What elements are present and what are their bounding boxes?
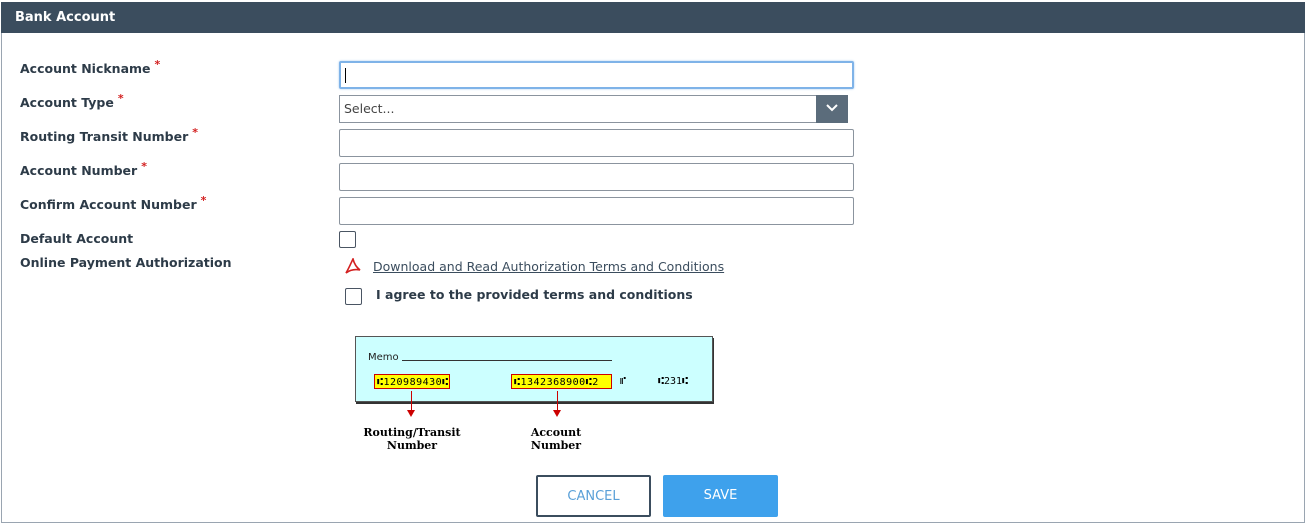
panel-header: Bank Account bbox=[1, 2, 1305, 33]
chevron-down-icon bbox=[826, 104, 838, 112]
required-mark: * bbox=[154, 58, 161, 71]
account-caption: Account Number bbox=[530, 426, 582, 452]
account-arrow-head bbox=[553, 410, 561, 417]
confirm-account-number-label: Confirm Account Number * bbox=[20, 194, 207, 212]
check-memo-line bbox=[402, 360, 612, 361]
account-type-select[interactable]: Select... bbox=[339, 95, 848, 123]
save-button[interactable]: SAVE bbox=[663, 475, 778, 517]
required-mark: * bbox=[200, 194, 207, 207]
online-payment-authorization-label: Online Payment Authorization bbox=[20, 255, 232, 270]
text-caret bbox=[345, 68, 346, 83]
check-routing-digits: ⑆120989430⑆ bbox=[374, 374, 450, 389]
routing-number-label: Routing Transit Number * bbox=[20, 126, 199, 144]
account-type-selected: Select... bbox=[344, 101, 395, 116]
confirm-account-number-input[interactable] bbox=[339, 197, 854, 225]
required-mark: * bbox=[141, 160, 147, 173]
routing-arrow bbox=[411, 391, 412, 410]
account-nickname-label: Account Nickname * bbox=[20, 58, 161, 76]
required-mark: * bbox=[192, 126, 199, 139]
account-number-input[interactable] bbox=[339, 163, 854, 191]
routing-number-input[interactable] bbox=[339, 129, 854, 157]
account-type-label: Account Type * bbox=[20, 92, 124, 110]
required-mark: * bbox=[117, 92, 124, 105]
panel-title: Bank Account bbox=[15, 10, 116, 25]
routing-arrow-head bbox=[407, 410, 415, 417]
routing-caption: Routing/Transit Number bbox=[363, 426, 461, 452]
check-number: ⑆231⑆ bbox=[658, 376, 689, 387]
authorization-terms-link[interactable]: Download and Read Authorization Terms an… bbox=[373, 259, 724, 274]
account-type-dropdown-button[interactable] bbox=[816, 95, 848, 123]
check-extra-mark: ⑈ bbox=[620, 376, 626, 387]
agree-terms-label: I agree to the provided terms and condit… bbox=[376, 287, 693, 302]
check-account-digits: ⑆1342368900⑆2 bbox=[511, 374, 612, 389]
check-sample-image: Memo ⑆120989430⑆ ⑆1342368900⑆2 ⑈ ⑆231⑆ bbox=[355, 336, 713, 402]
account-arrow bbox=[557, 391, 558, 410]
cancel-button[interactable]: CANCEL bbox=[536, 475, 651, 517]
account-nickname-input[interactable] bbox=[339, 61, 854, 89]
pdf-icon bbox=[345, 256, 361, 276]
default-account-label: Default Account bbox=[20, 231, 134, 246]
account-number-label: Account Number * bbox=[20, 160, 147, 178]
agree-terms-checkbox[interactable] bbox=[345, 288, 362, 305]
check-memo-label: Memo bbox=[368, 352, 399, 363]
default-account-checkbox[interactable] bbox=[339, 231, 356, 248]
